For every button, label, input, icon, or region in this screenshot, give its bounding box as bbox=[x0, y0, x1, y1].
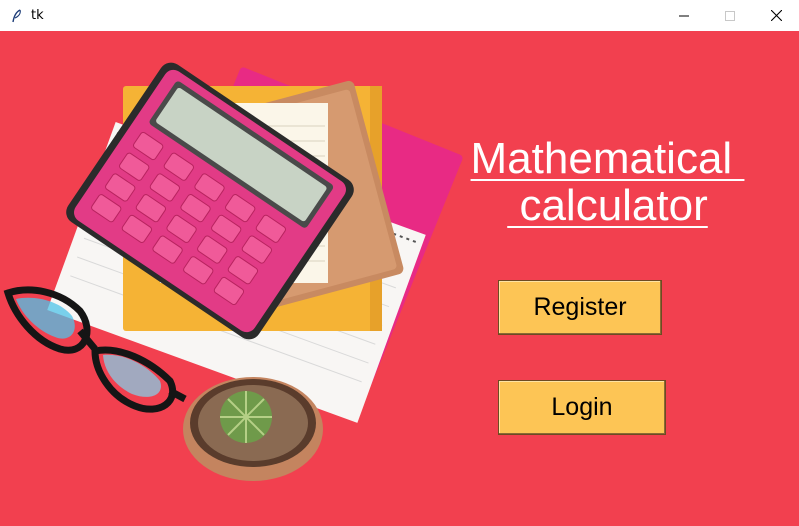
login-button[interactable]: Login bbox=[498, 380, 666, 435]
page-title: Mathematical calculator bbox=[455, 135, 760, 229]
cactus-pot bbox=[183, 377, 323, 481]
app-window: tk Mathematical calculator Register Logi… bbox=[0, 0, 799, 526]
close-icon bbox=[770, 10, 782, 21]
maximize-button[interactable] bbox=[707, 0, 753, 31]
title-line-1: Mathematical bbox=[470, 134, 745, 183]
close-button[interactable] bbox=[753, 0, 799, 31]
background-photo bbox=[0, 31, 799, 526]
register-button[interactable]: Register bbox=[498, 280, 662, 335]
maximize-icon bbox=[725, 10, 735, 21]
window-controls bbox=[661, 0, 799, 31]
minimize-button[interactable] bbox=[661, 0, 707, 31]
minimize-icon bbox=[679, 15, 689, 16]
feather-icon bbox=[9, 8, 25, 24]
window-title: tk bbox=[31, 8, 44, 23]
title-line-2: calculator bbox=[507, 181, 708, 230]
title-bar: tk bbox=[0, 0, 799, 32]
main-canvas: Mathematical calculator Register Login bbox=[0, 31, 799, 526]
